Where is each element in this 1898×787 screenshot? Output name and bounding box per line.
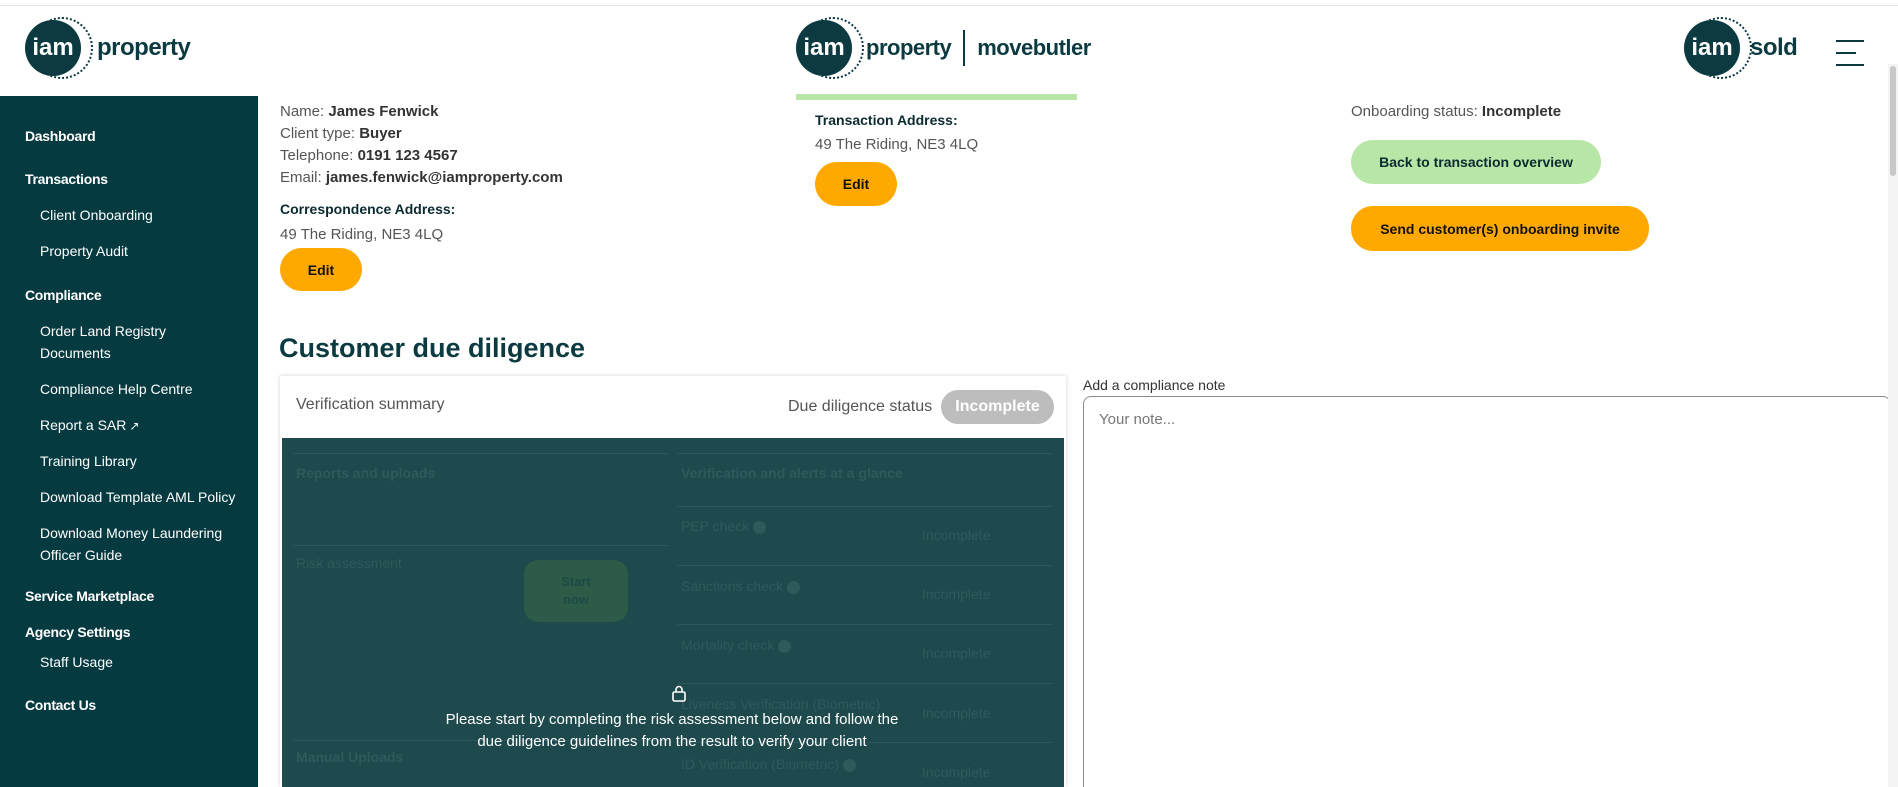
mortality-check-row: Mortality check — [681, 637, 792, 653]
onboarding-status: Incomplete — [1481, 103, 1562, 120]
onboarding-status-row: Onboarding status: Incomplete — [1351, 103, 1562, 120]
ghost-divider — [678, 565, 1052, 566]
mortality-check-status: Incomplete — [922, 645, 991, 661]
logo-divider — [963, 30, 966, 66]
verification-summary-title: Verification summary — [296, 396, 445, 413]
sidebar-item-dashboard[interactable]: Dashboard — [25, 128, 96, 144]
send-onboarding-invite-button[interactable]: Send customer(s) onboarding invite — [1351, 206, 1649, 251]
info-icon — [786, 580, 800, 594]
sidebar-item-service-marketplace[interactable]: Service Marketplace — [25, 588, 154, 604]
sidebar-item-staff-usage[interactable]: Staff Usage — [40, 651, 245, 673]
client-phone-row: Telephone: 0191 123 4567 — [280, 147, 458, 164]
locked-message: Please start by completing the risk asse… — [445, 711, 899, 750]
info-icon — [778, 639, 792, 653]
id-verification-status: Incomplete — [922, 764, 991, 780]
sidebar-item-client-onboarding[interactable]: Client Onboarding — [40, 204, 245, 226]
sidebar-item-compliance-help[interactable]: Compliance Help Centre — [40, 378, 245, 400]
sanctions-check-status: Incomplete — [922, 586, 991, 602]
hamburger-icon[interactable] — [1836, 40, 1864, 66]
sidebar-item-contact-us[interactable]: Contact Us — [25, 697, 96, 713]
correspondence-address-label: Correspondence Address: — [280, 201, 456, 217]
liveness-check-status: Incomplete — [922, 705, 991, 721]
sidebar: Dashboard Transactions Client Onboarding… — [0, 96, 258, 787]
iam-property-movebutler-logo[interactable]: iam property movebutler — [796, 17, 1091, 79]
app-header: iam property iam property movebutler iam… — [0, 6, 1898, 100]
sidebar-item-label: Report a SAR — [40, 417, 127, 433]
info-icon — [842, 758, 856, 772]
logo-word: sold — [1750, 34, 1798, 61]
logo-dots — [1690, 17, 1752, 79]
hamburger-line — [1836, 64, 1864, 66]
manual-uploads-heading: Manual Uploads — [296, 749, 404, 765]
logo-word: property — [97, 34, 191, 61]
info-icon — [753, 520, 767, 534]
sidebar-item-download-aml[interactable]: Download Template AML Policy — [40, 486, 245, 508]
locked-overlay: Reports and uploads Verification and ale… — [282, 438, 1064, 787]
sidebar-item-order-land-registry[interactable]: Order Land Registry Documents — [40, 320, 210, 364]
logo-partner-word: movebutler — [977, 35, 1091, 60]
ghost-divider — [294, 453, 668, 454]
iam-sold-logo[interactable]: iam sold — [1684, 17, 1798, 79]
start-now-button: Start now — [524, 560, 628, 622]
sidebar-item-training-library[interactable]: Training Library — [40, 450, 245, 472]
sidebar-item-transactions[interactable]: Transactions — [25, 171, 108, 187]
hamburger-line — [1836, 40, 1864, 42]
back-to-overview-button[interactable]: Back to transaction overview — [1351, 140, 1601, 184]
sidebar-item-compliance[interactable]: Compliance — [25, 287, 102, 303]
logo-dots — [802, 17, 864, 79]
client-type-row: Client type: Buyer — [280, 125, 402, 142]
main-content: Name: James Fenwick Client type: Buyer T… — [258, 96, 1898, 787]
sanctions-check-row: Sanctions check — [681, 578, 800, 594]
pep-check-status: Incomplete — [922, 527, 991, 543]
pep-check-row: PEP check — [681, 518, 767, 534]
ghost-divider — [678, 624, 1052, 625]
sidebar-item-report-sar[interactable]: Report a SAR ↗ — [40, 414, 245, 437]
sidebar-item-property-audit[interactable]: Property Audit — [40, 240, 245, 262]
ghost-divider — [678, 683, 1052, 684]
risk-assessment-label: Risk assessment — [296, 555, 402, 571]
due-diligence-status-badge: Incomplete — [941, 390, 1054, 424]
alerts-heading: Verification and alerts at a glance — [681, 465, 903, 481]
client-email: james.fenwick@iamproperty.com — [325, 169, 563, 186]
external-link-icon: ↗ — [129, 419, 140, 433]
transaction-address: 49 The Riding, NE3 4LQ — [815, 136, 979, 153]
page-scrollbar[interactable] — [1888, 64, 1898, 787]
logo-dots — [31, 17, 93, 79]
hamburger-line — [1836, 52, 1856, 54]
client-phone: 0191 123 4567 — [357, 147, 458, 164]
ghost-divider — [678, 453, 1052, 454]
compliance-note-input[interactable] — [1083, 396, 1891, 787]
reports-heading: Reports and uploads — [296, 465, 436, 481]
iam-property-logo[interactable]: iam property — [25, 17, 191, 79]
edit-correspondence-button[interactable]: Edit — [280, 248, 362, 291]
cdd-title: Customer due diligence — [279, 333, 586, 363]
ghost-divider — [294, 545, 668, 546]
due-diligence-status-label: Due diligence status — [788, 398, 933, 415]
ghost-divider — [678, 506, 1052, 507]
client-email-row: Email: james.fenwick@iamproperty.com — [280, 169, 563, 186]
compliance-note-label: Add a compliance note — [1083, 377, 1226, 393]
sidebar-item-download-mlo[interactable]: Download Money Laundering Officer Guide — [40, 522, 230, 566]
correspondence-address: 49 The Riding, NE3 4LQ — [280, 226, 444, 243]
lock-icon — [672, 685, 686, 702]
verification-summary-card: Verification summary Due diligence statu… — [280, 376, 1066, 787]
client-type: Buyer — [359, 125, 402, 142]
id-verification-row: ID Verification (Biometric) — [681, 756, 856, 772]
sidebar-item-agency-settings[interactable]: Agency Settings — [25, 624, 131, 640]
scrollbar-thumb[interactable] — [1890, 66, 1896, 176]
edit-transaction-button[interactable]: Edit — [815, 162, 897, 206]
logo-word: property — [866, 35, 952, 60]
card-header: Verification summary Due diligence statu… — [280, 376, 1066, 438]
transaction-address-label: Transaction Address: — [815, 112, 958, 128]
client-name: James Fenwick — [328, 103, 439, 120]
client-name-row: Name: James Fenwick — [280, 103, 439, 120]
